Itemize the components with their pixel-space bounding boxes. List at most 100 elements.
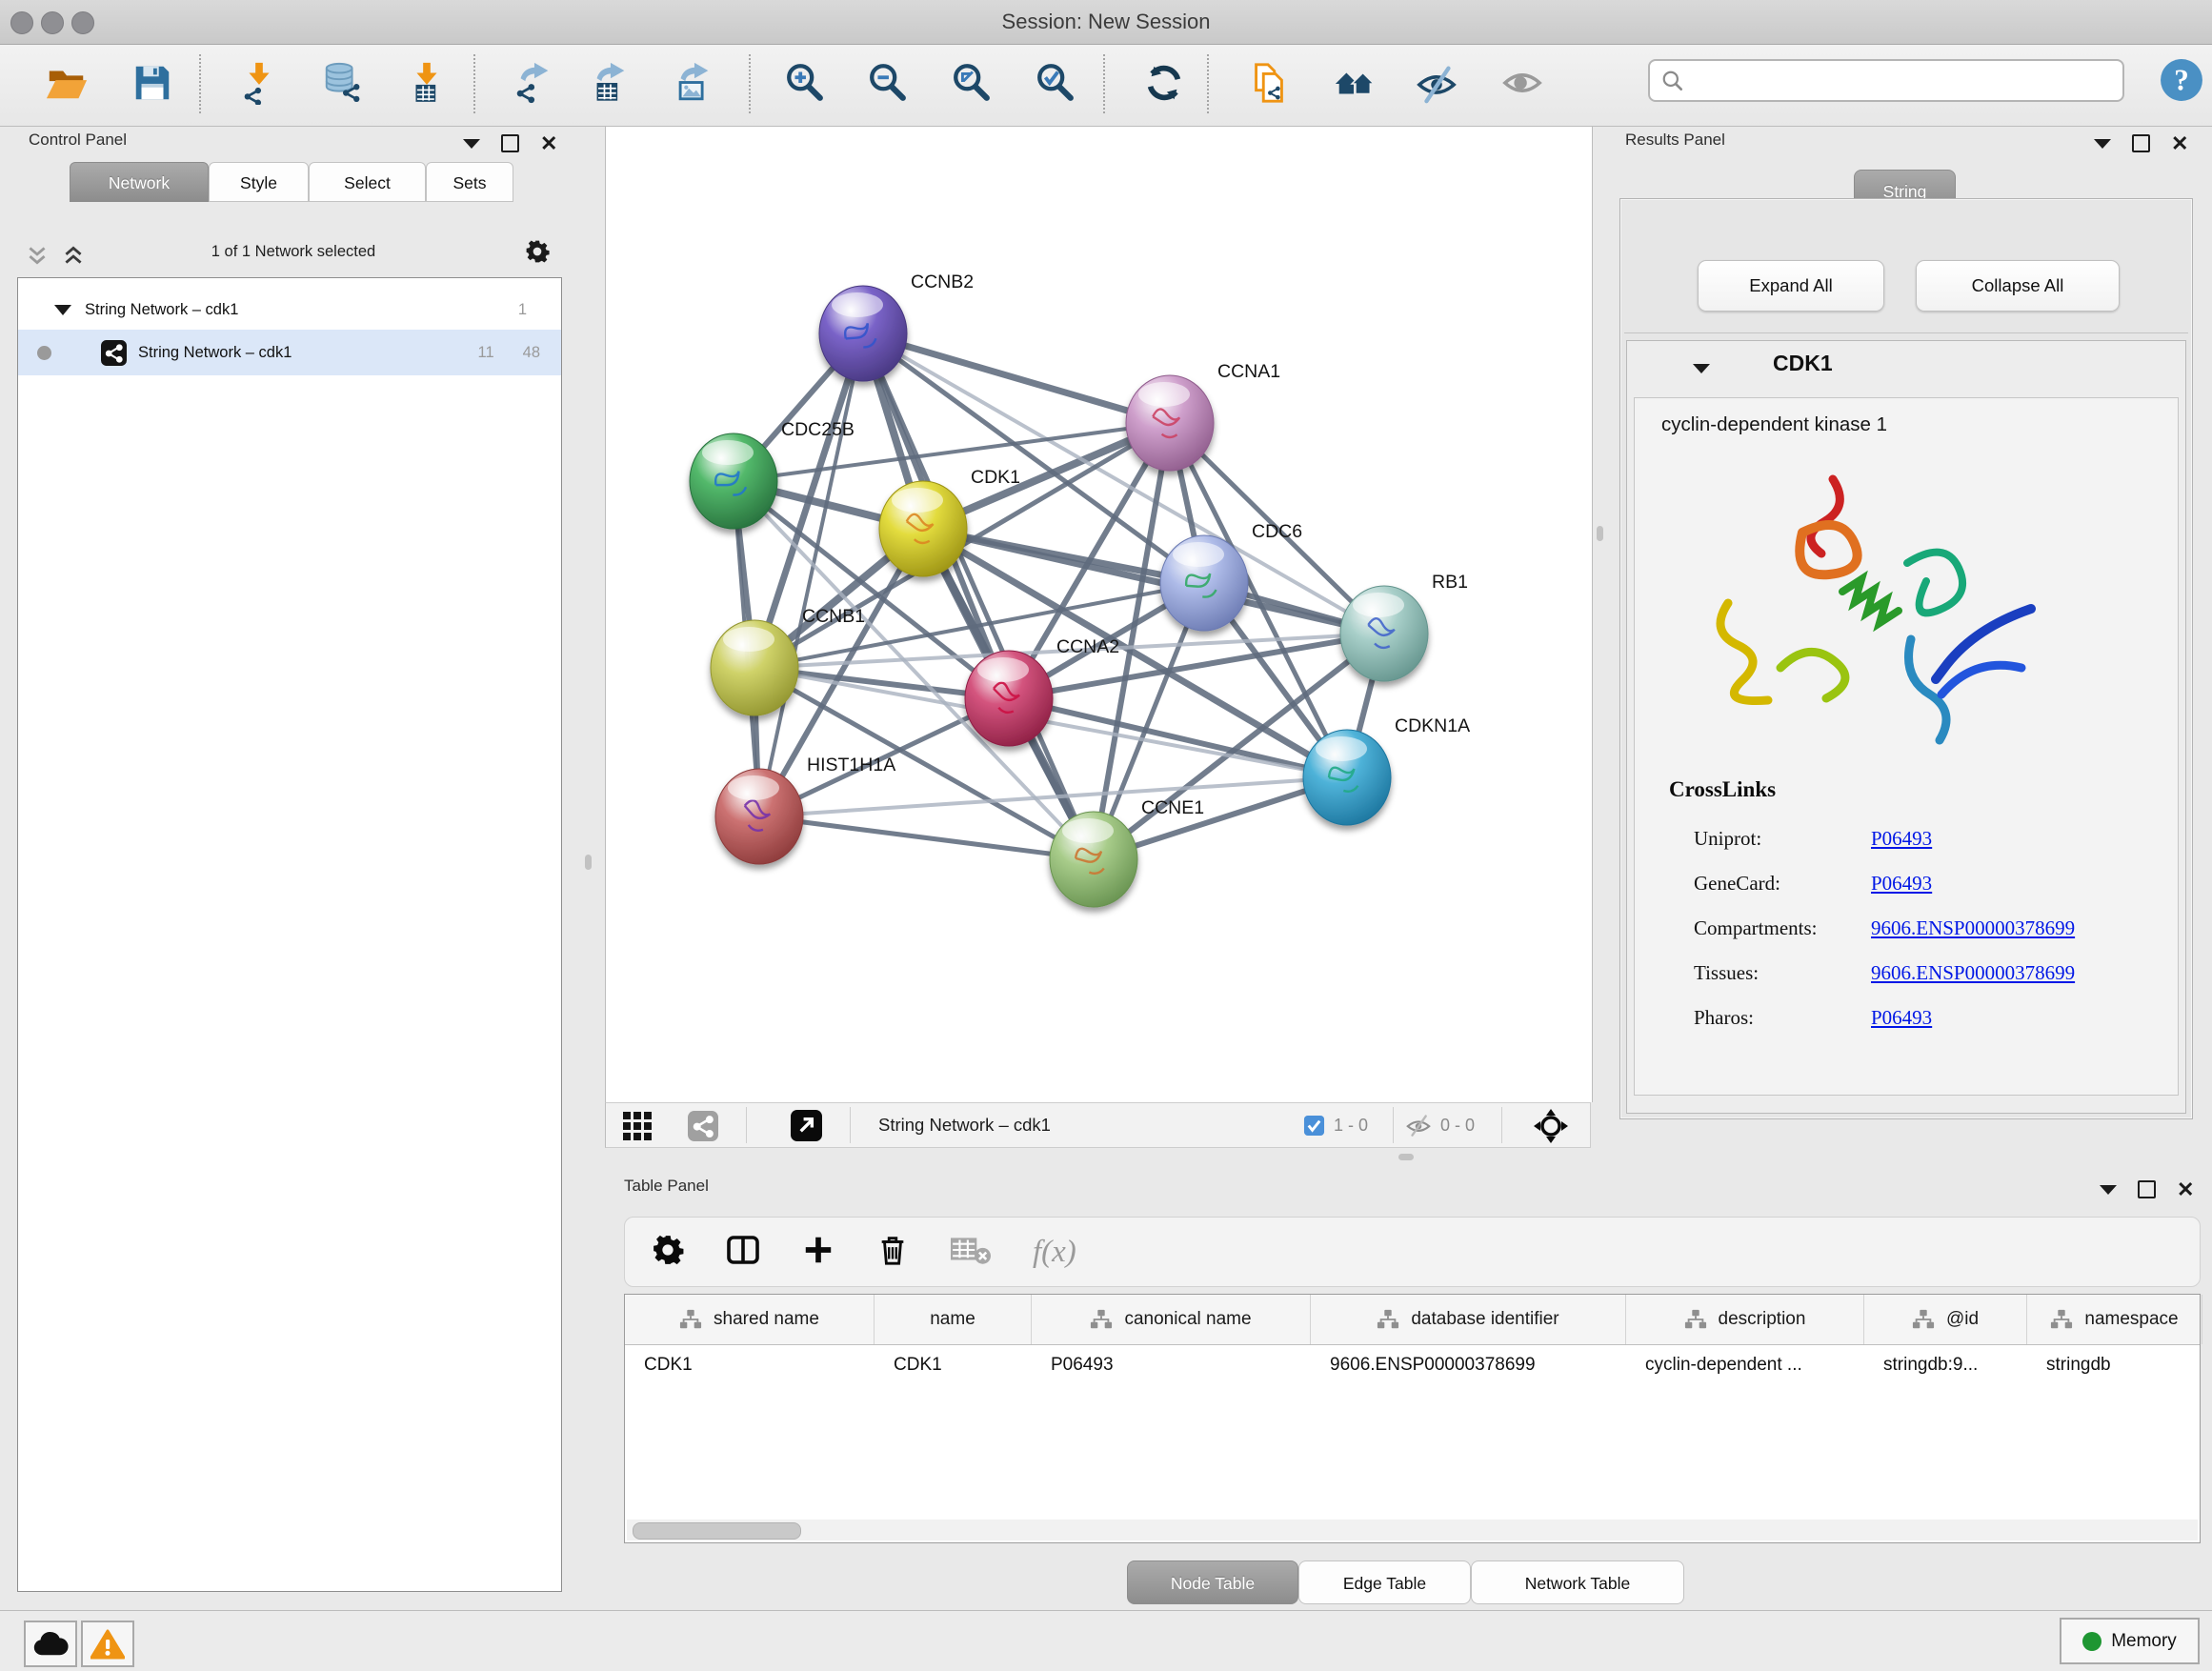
zoom-selected-button[interactable] (1031, 58, 1080, 108)
network-canvas[interactable]: CCNB2 CCNA1 CDC25B CDK1 CDC6 RB1 CCNB1 C… (605, 127, 1593, 1102)
cell-name[interactable]: CDK1 (875, 1355, 1032, 1376)
tab-node-table[interactable]: Node Table (1127, 1560, 1298, 1604)
collapse-panel-icon[interactable] (2100, 1185, 2117, 1195)
network-options-gear-icon[interactable] (525, 239, 550, 269)
edge-CCNB2-CCNA1[interactable] (863, 333, 1170, 423)
toolbar-separator (473, 54, 475, 113)
selected-checkbox-icon[interactable] (1303, 1115, 1325, 1141)
cell-canonical-name[interactable]: P06493 (1032, 1355, 1311, 1376)
node-table[interactable]: shared namenamecanonical namedatabase id… (624, 1294, 2201, 1543)
node-CDKN1A[interactable]: CDKN1A (1303, 715, 1470, 825)
tab-network[interactable]: Network (70, 162, 209, 202)
network-row-selected[interactable]: String Network – cdk1 11 48 (18, 330, 561, 375)
hide-toggle-button[interactable] (1412, 58, 1461, 108)
import-table-button[interactable] (402, 58, 452, 108)
share-view-icon[interactable] (688, 1111, 718, 1146)
string-network-graph[interactable]: CCNB2 CCNA1 CDC25B CDK1 CDC6 RB1 CCNB1 C… (606, 127, 1590, 1100)
fit-selected-crosshair-icon[interactable] (1532, 1107, 1570, 1150)
tab-style[interactable]: Style (209, 162, 309, 202)
close-panel-icon[interactable]: ✕ (2177, 1182, 2194, 1197)
crosslink-row: Pharos:P06493 (1694, 1006, 2170, 1030)
expand-all-button[interactable]: Expand All (1698, 260, 1884, 312)
select-columns-icon[interactable] (726, 1233, 760, 1272)
left-splitter-handle[interactable] (585, 855, 592, 870)
table-hscrollbar[interactable] (627, 1520, 2198, 1540)
float-panel-icon[interactable] (2138, 1180, 2156, 1198)
tab-sets[interactable]: Sets (426, 162, 513, 202)
show-view-button[interactable] (1498, 58, 1547, 108)
import-network-button[interactable] (234, 58, 284, 108)
crosslink-link[interactable]: P06493 (1871, 827, 1932, 850)
warnings-button[interactable] (81, 1621, 134, 1667)
collapse-all-button[interactable]: Collapse All (1916, 260, 2120, 312)
column-header-name[interactable]: name (875, 1295, 1032, 1344)
toolbar-separator (1207, 54, 1209, 113)
collapse-panel-icon[interactable] (463, 139, 480, 149)
float-panel-icon[interactable] (2132, 134, 2150, 152)
search-input-wrap[interactable] (1648, 59, 2124, 102)
node-RB1[interactable]: RB1 (1340, 572, 1468, 681)
zoom-fit-button[interactable] (947, 58, 996, 108)
crosslink-link[interactable]: P06493 (1871, 872, 1932, 895)
column-header-shared-name[interactable]: shared name (625, 1295, 875, 1344)
tab-edge-table[interactable]: Edge Table (1298, 1560, 1471, 1604)
hscrollbar-thumb[interactable] (633, 1522, 801, 1540)
expand-all-tree-icon[interactable] (61, 243, 91, 270)
right-splitter-handle[interactable] (1597, 526, 1603, 541)
node-CCNA1[interactable]: CCNA1 (1126, 361, 1280, 471)
column-header-canonical-name[interactable]: canonical name (1032, 1295, 1311, 1344)
clone-network-button[interactable] (1244, 58, 1294, 108)
edge-CCNB2-HIST1H1A[interactable] (759, 333, 863, 816)
import-database-button[interactable] (318, 58, 368, 108)
cell-namespace[interactable]: stringdb (2027, 1355, 2202, 1376)
network-collection-row[interactable]: String Network – cdk1 1 (18, 290, 561, 330)
tree-expand-icon[interactable] (54, 305, 71, 315)
edge-CCNB2-RB1[interactable] (863, 333, 1384, 634)
column-header-database-identifier[interactable]: database identifier (1311, 1295, 1626, 1344)
cell-database-identifier[interactable]: 9606.ENSP00000378699 (1311, 1355, 1626, 1376)
tab-network-table[interactable]: Network Table (1471, 1560, 1684, 1604)
cell-shared-name[interactable]: CDK1 (625, 1355, 875, 1376)
float-panel-icon[interactable] (501, 134, 519, 152)
warning-icon (90, 1629, 125, 1660)
search-input[interactable] (1692, 70, 2122, 91)
add-column-icon[interactable] (802, 1234, 835, 1271)
refresh-button[interactable] (1139, 58, 1189, 108)
export-image-button[interactable] (669, 58, 718, 108)
edge-CCNB2-CCNE1[interactable] (863, 333, 1094, 859)
column-header-description[interactable]: description (1626, 1295, 1864, 1344)
grid-view-icon[interactable] (623, 1112, 652, 1145)
close-panel-icon[interactable]: ✕ (540, 136, 557, 151)
table-row[interactable]: CDK1CDK1P064939606.ENSP00000378699cyclin… (625, 1345, 2200, 1385)
help-button[interactable]: ? (2160, 58, 2203, 102)
crosslink-link[interactable]: P06493 (1871, 1006, 1932, 1029)
zoom-out-button[interactable] (863, 58, 913, 108)
collapse-gene-icon[interactable] (1693, 364, 1710, 373)
delete-column-trash-icon[interactable] (876, 1234, 909, 1271)
collapse-all-tree-icon[interactable] (25, 243, 55, 270)
control-panel-window-controls: ✕ (463, 134, 557, 152)
show-view-icon (1500, 61, 1544, 105)
crosslink-link[interactable]: 9606.ENSP00000378699 (1871, 961, 2075, 984)
memory-button[interactable]: Memory (2060, 1618, 2200, 1664)
home-view-button[interactable] (1330, 58, 1379, 108)
export-table-button[interactable] (585, 58, 634, 108)
collapse-panel-icon[interactable] (2094, 139, 2111, 149)
cell-@id[interactable]: stringdb:9... (1864, 1355, 2027, 1376)
zoom-in-button[interactable] (780, 58, 830, 108)
cell-description[interactable]: cyclin-dependent ... (1626, 1355, 1864, 1376)
table-settings-gear-icon[interactable] (652, 1234, 684, 1271)
crosslink-link[interactable]: 9606.ENSP00000378699 (1871, 916, 2075, 939)
column-header-@id[interactable]: @id (1864, 1295, 2027, 1344)
open-in-new-window-icon[interactable] (791, 1110, 822, 1146)
open-session-button[interactable] (42, 58, 91, 108)
close-panel-icon[interactable]: ✕ (2171, 136, 2188, 151)
column-header-namespace[interactable]: namespace (2027, 1295, 2202, 1344)
export-network-button[interactable] (509, 58, 558, 108)
edge-HIST1H1A-CCNE1[interactable] (759, 816, 1094, 859)
cloud-status-button[interactable] (24, 1621, 77, 1667)
tab-select[interactable]: Select (309, 162, 426, 202)
save-session-button[interactable] (128, 58, 177, 108)
node-CCNB1[interactable]: CCNB1 (711, 606, 865, 715)
node-CCNB2[interactable]: CCNB2 (819, 272, 974, 381)
